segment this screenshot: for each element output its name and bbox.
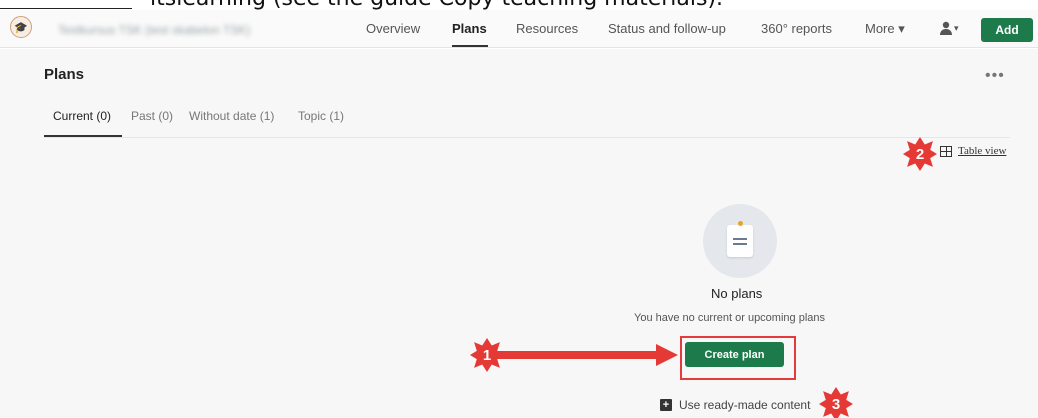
plus-box-icon: + [660,399,672,411]
tab-current[interactable]: Current (0) [53,109,111,123]
user-menu[interactable]: ▾ [940,19,960,37]
annotation-badge-1-number: 1 [482,346,492,364]
annotation-badge-3: 3 [819,387,853,418]
nav-overview[interactable]: Overview [366,21,420,36]
nav-active-indicator [452,45,488,47]
add-button[interactable]: Add [981,18,1033,42]
create-plan-button[interactable]: Create plan [685,342,784,367]
nav-resources[interactable]: Resources [516,21,578,36]
annotation-badge-3-number: 3 [831,395,841,413]
annotation-badge-1: 1 [470,338,504,372]
tab-without-date[interactable]: Without date (1) [189,109,274,123]
empty-plans-illustration [703,204,777,278]
annotation-badge-2: 2 [903,137,937,171]
course-title[interactable]: Testkursus TSK (test skabelon TSK) [58,23,250,37]
table-view-label: Table view [958,145,1007,157]
user-icon [940,21,952,35]
document-icon [727,221,753,257]
empty-state-message: You have no current or upcoming plans [634,312,825,324]
tab-topic[interactable]: Topic (1) [298,109,344,123]
nav-plans[interactable]: Plans [452,21,487,36]
nav-status-follow-up[interactable]: Status and follow-up [608,21,726,36]
caption-rule [0,8,132,9]
annotation-badge-2-number: 2 [915,145,925,163]
page-title: Plans [44,66,85,83]
empty-state-heading: No plans [711,286,763,301]
tab-past[interactable]: Past (0) [131,109,173,123]
nav-more[interactable]: More ▾ [865,21,905,37]
table-view-link[interactable]: Table view [940,145,1006,157]
nav-360-reports[interactable]: 360° reports [761,21,832,36]
tabs-divider [44,137,1010,138]
caption-text: itslearning (see the guide Copy teaching… [150,0,723,10]
table-icon [940,145,952,157]
plans-page: Plans ••• Current (0) Past (0) Without d… [0,49,1038,418]
caption-strip: itslearning (see the guide Copy teaching… [0,0,1038,10]
annotation-arrow-head [656,344,678,366]
annotation-arrow [494,351,658,359]
course-header: 🎓 Testkursus TSK (test skabelon TSK) Ove… [0,10,1038,48]
user-menu-caret: ▾ [954,22,959,33]
pin-icon [738,221,743,226]
course-logo-icon[interactable]: 🎓 [10,16,32,38]
use-ready-made-content-link[interactable]: + Use ready-made content [660,398,810,412]
more-options-icon[interactable]: ••• [985,67,1005,85]
ready-made-label: Use ready-made content [679,398,811,412]
